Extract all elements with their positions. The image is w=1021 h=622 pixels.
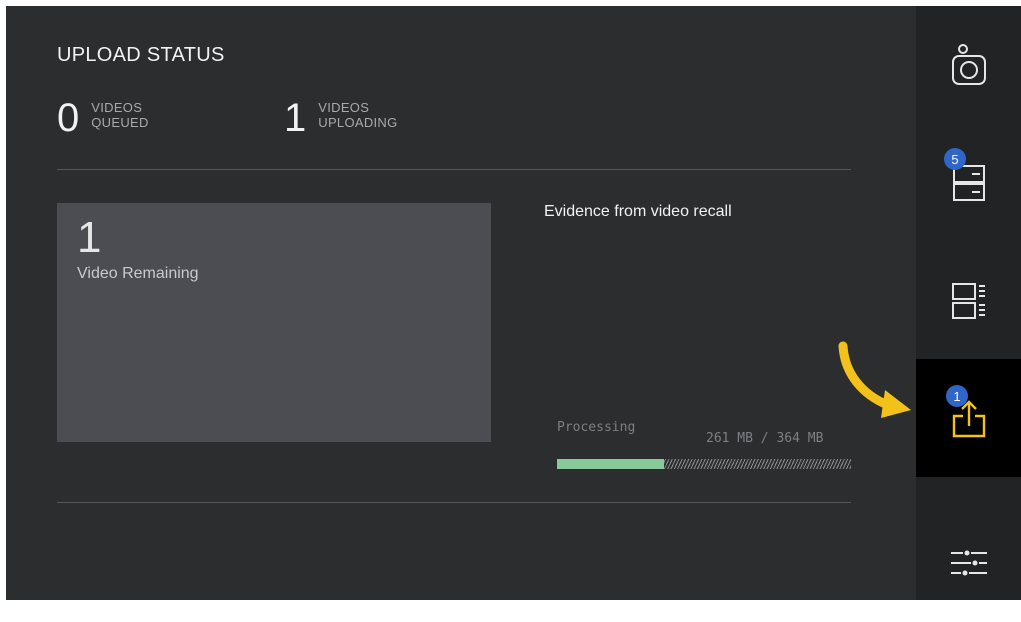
queued-label-line2: QUEUED	[91, 115, 149, 130]
page-title: UPLOAD STATUS	[57, 44, 225, 66]
sidebar: 5 1	[916, 6, 1021, 600]
queued-count: 0	[57, 96, 80, 140]
uploading-count: 1	[284, 96, 307, 140]
sidebar-item-list[interactable]	[916, 242, 1021, 360]
upload-progress-bar	[557, 459, 851, 469]
uploading-label-line2: UPLOADING	[318, 115, 398, 130]
uploading-label-line1: VIDEOS	[318, 100, 370, 115]
storage-badge: 5	[944, 148, 966, 170]
upload-item-size: 261 MB / 364 MB	[706, 431, 824, 446]
sidebar-item-storage[interactable]: 5	[916, 124, 1021, 242]
app-window: UPLOAD STATUS 0 VIDEOS QUEUED 1 VIDEOS U…	[6, 6, 1021, 600]
uploading-label: VIDEOS UPLOADING	[318, 100, 397, 130]
divider-bottom	[57, 502, 851, 503]
upload-badge: 1	[946, 385, 968, 407]
list-icon	[951, 283, 985, 319]
queued-label: VIDEOS QUEUED	[91, 100, 148, 130]
camera-icon	[951, 44, 986, 85]
remaining-count: 1	[77, 213, 102, 262]
upload-status-panel: UPLOAD STATUS 0 VIDEOS QUEUED 1 VIDEOS U…	[6, 6, 916, 600]
uploading-counter: 1 VIDEOS UPLOADING	[284, 98, 398, 138]
sidebar-item-camera[interactable]	[916, 6, 1021, 124]
upload-progress-fill	[557, 459, 665, 469]
upload-item-title: Evidence from video recall	[544, 203, 732, 220]
queued-counter: 0 VIDEOS QUEUED	[57, 98, 149, 138]
settings-sliders-icon	[950, 549, 987, 577]
divider-top	[57, 169, 851, 170]
remaining-label: Video Remaining	[77, 265, 199, 282]
highlight-arrow-icon	[838, 341, 911, 418]
upload-item-status: Processing	[557, 420, 636, 435]
sidebar-item-settings[interactable]	[916, 504, 1021, 622]
video-remaining-card[interactable]: 1 Video Remaining	[57, 203, 491, 442]
queued-label-line1: VIDEOS	[91, 100, 143, 115]
sidebar-item-upload[interactable]: 1	[916, 359, 1021, 477]
